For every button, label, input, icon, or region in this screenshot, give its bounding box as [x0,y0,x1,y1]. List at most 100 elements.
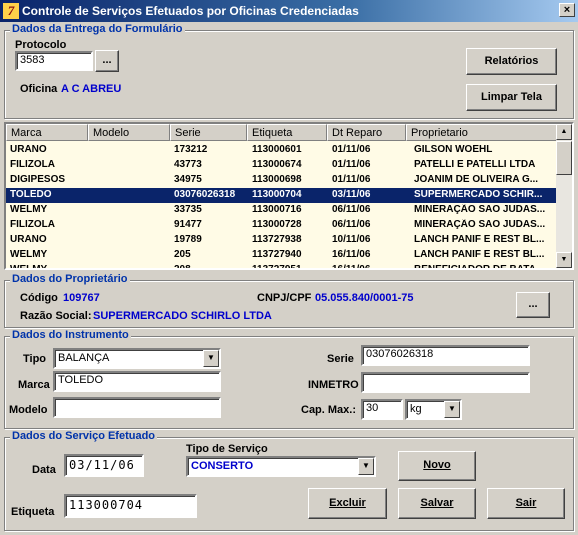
salvar-button[interactable]: Salvar [398,488,476,519]
protocolo-label: Protocolo [15,39,67,51]
inmetro-input[interactable] [361,372,530,393]
excluir-button[interactable]: Excluir [308,488,387,519]
cell-dt: 16/11/06 [332,249,371,260]
cell-dt: 16/11/06 [332,264,371,270]
cell-dt: 01/11/06 [332,174,371,185]
window-title: Controle de Serviços Efetuados por Ofici… [22,4,359,18]
table-row-selected[interactable]: TOLEDO 03076026318 113000704 03/11/06 SUPERM… [6,188,557,203]
sair-button[interactable]: Sair [487,488,565,519]
cell-marca: FILIZOLA [10,219,55,230]
servico-group-label: Dados do Serviço Efetuado [10,430,158,442]
cell-marca: WELMY [10,264,48,270]
tipo-label: Tipo [23,353,47,365]
cell-serie: 208 [174,264,191,270]
table-row[interactable]: URANO 173212 113000601 01/11/06 GILSON WOEHL [6,143,557,158]
cell-dt: 01/11/06 [332,144,371,155]
table-row[interactable]: WELMY 33735 113000716 06/11/06 MINERAÇÃO SAO… [6,203,557,218]
cell-prop: GILSON WOEHL [414,144,493,155]
close-button[interactable]: × [559,3,575,17]
col-header-etiqueta[interactable]: Etiqueta [247,124,327,141]
table-row[interactable]: WELMY 208 113727951 16/11/06 BENEFICIADOR DE… [6,263,557,270]
servicos-grid[interactable]: Marca Modelo Serie Etiqueta Dt Reparo Pr… [4,122,574,270]
cell-marca: WELMY [10,204,48,215]
chevron-down-icon[interactable]: ▼ [358,458,374,475]
scroll-thumb[interactable] [556,141,572,175]
instrumento-group-label: Dados do Instrumento [10,329,131,341]
cell-etiqueta: 113000704 [252,189,302,200]
tipo-servico-select[interactable]: CONSERTO ▼ [186,456,376,477]
table-row[interactable]: DIGIPESOS 34975 113000698 01/11/06 JOANIM DE… [6,173,557,188]
table-row[interactable]: FILIZOLA 91477 113000728 06/11/06 MINERAÇÃO … [6,218,557,233]
entrega-group-label: Dados da Entrega do Formulário [10,23,185,35]
relatorios-button[interactable]: Relatórios [466,48,557,75]
cnpj-value: 05.055.840/0001-75 [315,292,414,304]
novo-button[interactable]: Novo [398,451,476,481]
cell-prop: JOANIM DE OLIVEIRA G... [414,174,539,185]
col-header-proprietario[interactable]: Proprietario [406,124,557,141]
unidade-value: kg [410,403,422,415]
cell-etiqueta: 113727938 [252,234,302,245]
cap-max-input[interactable]: 30 [361,399,403,420]
unidade-select[interactable]: kg ▼ [405,399,462,420]
proprietario-group-label: Dados do Proprietário [10,273,130,285]
excluir-button-label: Excluir [329,497,366,509]
marca-input[interactable]: TOLEDO [53,371,221,392]
protocolo-lookup-button[interactable]: ... [95,50,119,72]
inmetro-label: INMETRO [308,379,359,391]
modelo-label: Modelo [9,404,48,416]
cell-marca: TOLEDO [10,189,52,200]
marca-label: Marca [18,379,50,391]
tipo-instrumento-select[interactable]: BALANÇA ▼ [53,348,221,369]
codigo-label: Código [20,292,58,304]
scroll-up-icon[interactable]: ▲ [556,124,572,140]
cell-marca: URANO [10,144,47,155]
app-icon: 7 [3,3,19,19]
cell-etiqueta: 113727951 [252,264,302,270]
cell-prop: BENEFICIADOR DE BATA... [414,264,545,270]
cell-marca: WELMY [10,249,48,260]
col-header-serie[interactable]: Serie [170,124,247,141]
modelo-input[interactable] [53,397,221,418]
cell-serie: 03076026318 [174,189,236,200]
codigo-value: 109767 [63,292,100,304]
cell-serie: 91477 [174,219,202,230]
protocolo-input[interactable]: 3583 [15,51,93,71]
proprietario-lookup-button[interactable]: ... [516,292,550,318]
cell-etiqueta: 113000674 [252,159,302,170]
chevron-down-icon[interactable]: ▼ [444,401,460,418]
data-input[interactable]: 03/11/06 [64,454,144,477]
cell-etiqueta: 113000716 [252,204,302,215]
table-row[interactable]: FILIZOLA 43773 113000674 01/11/06 PATELLI E … [6,158,557,173]
chevron-down-icon[interactable]: ▼ [203,350,219,367]
cell-dt: 03/11/06 [332,189,371,200]
cell-dt: 01/11/06 [332,159,371,170]
cell-dt: 06/11/06 [332,219,371,230]
table-row[interactable]: WELMY 205 113727940 16/11/06 LANCH PANIF E R… [6,248,557,263]
cell-serie: 205 [174,249,191,260]
cell-prop: PATELLI E PATELLI LTDA [414,159,536,170]
col-header-marca[interactable]: Marca [6,124,88,141]
etiqueta-input[interactable]: 113000704 [64,494,197,518]
cell-prop: LANCH PANIF E REST BL... [414,249,545,260]
novo-button-label: Novo [423,459,451,471]
cell-serie: 19789 [174,234,202,245]
col-header-dt-reparo[interactable]: Dt Reparo [327,124,406,141]
cell-dt: 10/11/06 [332,234,371,245]
scroll-down-icon[interactable]: ▼ [556,252,572,268]
cell-marca: URANO [10,234,47,245]
serie-label: Serie [327,353,354,365]
table-row[interactable]: URANO 19789 113727938 10/11/06 LANCH PANIF E… [6,233,557,248]
limpar-tela-button[interactable]: Limpar Tela [466,84,557,111]
oficina-value: A C ABREU [61,83,122,95]
cell-etiqueta: 113000601 [252,144,302,155]
etiqueta-label: Etiqueta [11,506,55,518]
cell-etiqueta: 113000728 [252,219,302,230]
cell-serie: 34975 [174,174,202,185]
grid-vertical-scrollbar[interactable]: ▲ ▼ [556,124,572,268]
cell-etiqueta: 113727940 [252,249,302,260]
cell-etiqueta: 113000698 [252,174,302,185]
serie-input[interactable]: 03076026318 [361,345,530,366]
cnpj-label: CNPJ/CPF [257,292,312,304]
col-header-modelo[interactable]: Modelo [88,124,170,141]
cell-serie: 43773 [174,159,202,170]
